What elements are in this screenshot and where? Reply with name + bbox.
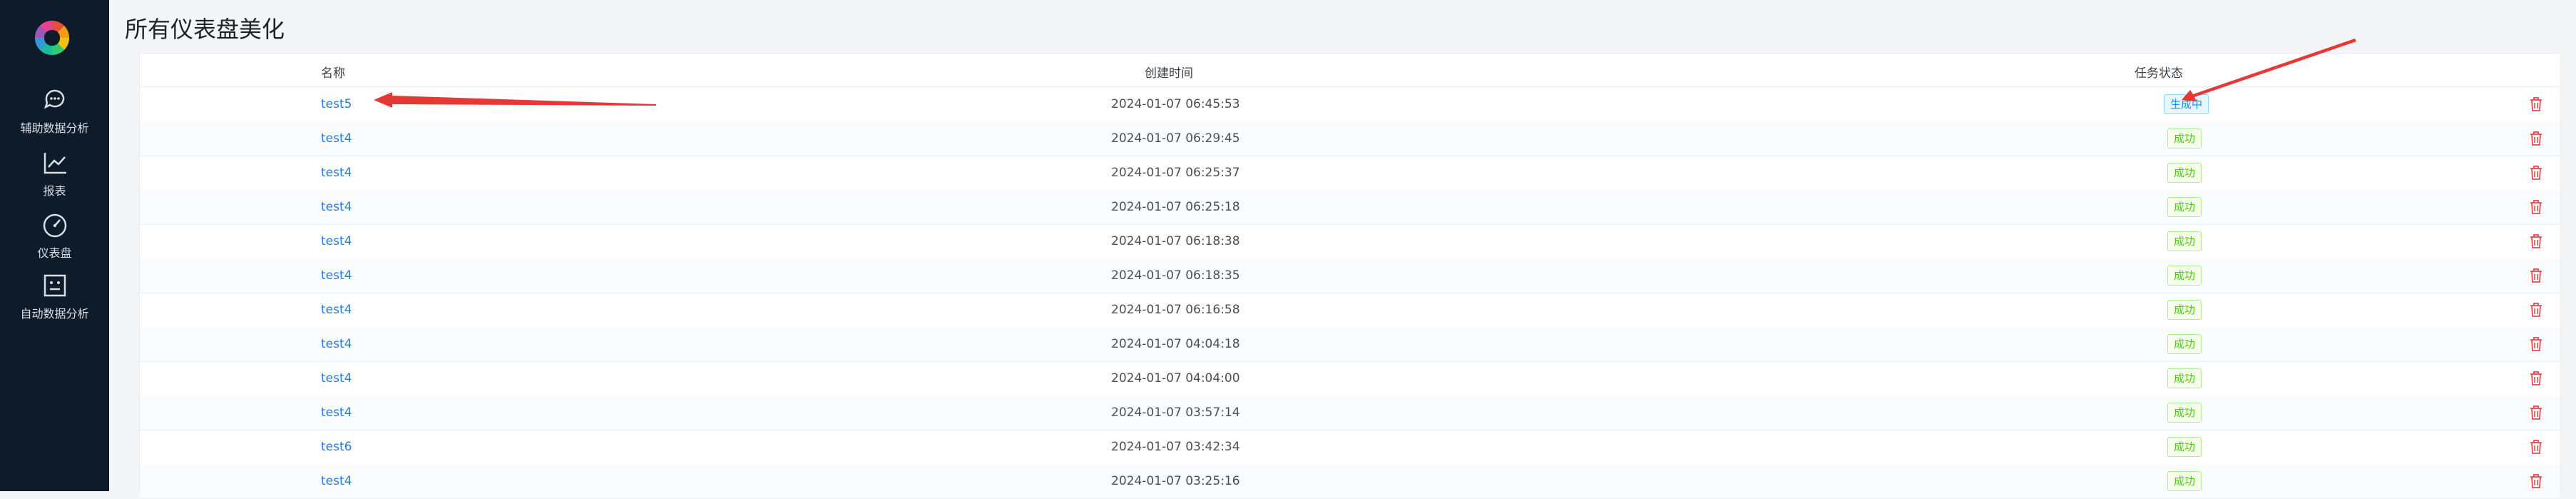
status-badge: 成功 — [2167, 163, 2202, 183]
sidebar-item-dashboard[interactable]: 仪表盘 — [0, 211, 109, 268]
created-time: 2024-01-07 03:57:14 — [1111, 405, 1240, 420]
trash-icon[interactable] — [2528, 301, 2544, 318]
table-row: test6 2024-01-07 03:42:34 成功 — [140, 430, 2560, 465]
status-badge: 成功 — [2167, 266, 2202, 286]
dashboard-name-link[interactable]: test4 — [321, 337, 352, 351]
trash-icon[interactable] — [2528, 164, 2544, 181]
table-row: test4 2024-01-07 04:04:18 成功 — [140, 327, 2560, 362]
chat-bubble-icon — [44, 89, 64, 109]
sidebar-item-assisted-analysis[interactable]: 辅助数据分析 — [0, 86, 109, 143]
dashboard-name-link[interactable]: test4 — [321, 200, 352, 214]
table-row: test4 2024-01-07 04:04:00 成功 — [140, 361, 2560, 396]
dashboard-table: 名称 创建时间 任务状态 test5 2024-01-07 06:45:53 生成中… — [139, 53, 2561, 499]
trash-icon[interactable] — [2528, 233, 2544, 250]
sidebar-item-reports[interactable]: 报表 — [0, 148, 109, 206]
dashboard-name-link[interactable]: test4 — [321, 268, 352, 283]
table-row: test4 2024-01-07 06:16:58 成功 — [140, 293, 2560, 328]
status-badge: 成功 — [2167, 403, 2202, 423]
status-badge: 成功 — [2167, 300, 2202, 320]
table-row: test4 2024-01-07 06:29:45 成功 — [140, 121, 2560, 156]
table-row: test4 2024-01-07 06:25:37 成功 — [140, 156, 2560, 191]
dashboard-name-link[interactable]: test4 — [321, 474, 352, 488]
table-row: test4 2024-01-07 06:18:35 成功 — [140, 258, 2560, 293]
created-time: 2024-01-07 06:18:38 — [1111, 234, 1240, 248]
created-time: 2024-01-07 06:18:35 — [1111, 268, 1240, 283]
created-time: 2024-01-07 04:04:00 — [1111, 371, 1240, 385]
app-logo[interactable] — [33, 19, 71, 57]
dashboard-name-link[interactable]: test4 — [321, 234, 352, 248]
sidebar-item-auto-analysis[interactable]: 自动数据分析 — [0, 271, 109, 328]
table-row: test4 2024-01-07 06:25:18 成功 — [140, 190, 2560, 225]
status-badge: 成功 — [2167, 368, 2202, 388]
main-content: 所有仪表盘美化 名称 创建时间 任务状态 test5 2024-01-07 06:… — [109, 0, 2576, 499]
trash-icon[interactable] — [2528, 96, 2544, 113]
dashboard-name-link[interactable]: test5 — [321, 97, 352, 111]
status-badge: 生成中 — [2164, 94, 2209, 114]
trash-icon[interactable] — [2528, 267, 2544, 284]
trash-icon[interactable] — [2528, 198, 2544, 216]
column-header-status: 任务状态 — [2135, 66, 2183, 81]
trash-icon[interactable] — [2528, 130, 2544, 147]
table-row: test4 2024-01-07 03:57:14 成功 — [140, 395, 2560, 430]
sidebar-item-label: 仪表盘 — [37, 246, 72, 260]
sidebar: 辅助数据分析 报表 仪表盘 自动数据分析 — [0, 0, 109, 491]
table-row: test4 2024-01-07 06:18:38 成功 — [140, 224, 2560, 259]
trash-icon[interactable] — [2528, 370, 2544, 387]
table-row: test5 2024-01-07 06:45:53 生成中 — [140, 87, 2560, 122]
dashboard-name-link[interactable]: test4 — [321, 131, 352, 146]
dashboard-name-link[interactable]: test6 — [321, 440, 352, 454]
trash-icon[interactable] — [2528, 438, 2544, 455]
trash-icon[interactable] — [2528, 473, 2544, 490]
column-header-name: 名称 — [321, 66, 345, 81]
line-chart-icon — [44, 153, 66, 174]
column-header-created: 创建时间 — [1145, 66, 1193, 81]
robot-face-icon — [44, 274, 66, 297]
sidebar-item-label: 辅助数据分析 — [20, 121, 89, 135]
table-header: 名称 创建时间 任务状态 — [140, 54, 2560, 87]
created-time: 2024-01-07 04:04:18 — [1111, 337, 1240, 351]
status-badge: 成功 — [2167, 197, 2202, 217]
created-time: 2024-01-07 03:42:34 — [1111, 440, 1240, 454]
created-time: 2024-01-07 03:25:16 — [1111, 474, 1240, 488]
sidebar-item-label: 自动数据分析 — [20, 307, 89, 321]
created-time: 2024-01-07 06:29:45 — [1111, 131, 1240, 146]
created-time: 2024-01-07 06:25:18 — [1111, 200, 1240, 214]
status-badge: 成功 — [2167, 231, 2202, 251]
dashboard-name-link[interactable]: test4 — [321, 166, 352, 180]
status-badge: 成功 — [2167, 334, 2202, 354]
dashboard-name-link[interactable]: test4 — [321, 405, 352, 420]
status-badge: 成功 — [2167, 128, 2202, 148]
trash-icon[interactable] — [2528, 336, 2544, 353]
created-time: 2024-01-07 06:25:37 — [1111, 166, 1240, 180]
dashboard-name-link[interactable]: test4 — [321, 371, 352, 385]
dashboard-gauge-icon — [43, 213, 66, 238]
sidebar-item-label: 报表 — [43, 184, 66, 198]
table-row: test4 2024-01-07 03:25:16 成功 — [140, 464, 2560, 499]
status-badge: 成功 — [2167, 471, 2202, 491]
created-time: 2024-01-07 06:45:53 — [1111, 97, 1240, 111]
trash-icon[interactable] — [2528, 404, 2544, 421]
dashboard-name-link[interactable]: test4 — [321, 303, 352, 317]
created-time: 2024-01-07 06:16:58 — [1111, 303, 1240, 317]
page-title: 所有仪表盘美化 — [125, 16, 285, 43]
status-badge: 成功 — [2167, 437, 2202, 457]
